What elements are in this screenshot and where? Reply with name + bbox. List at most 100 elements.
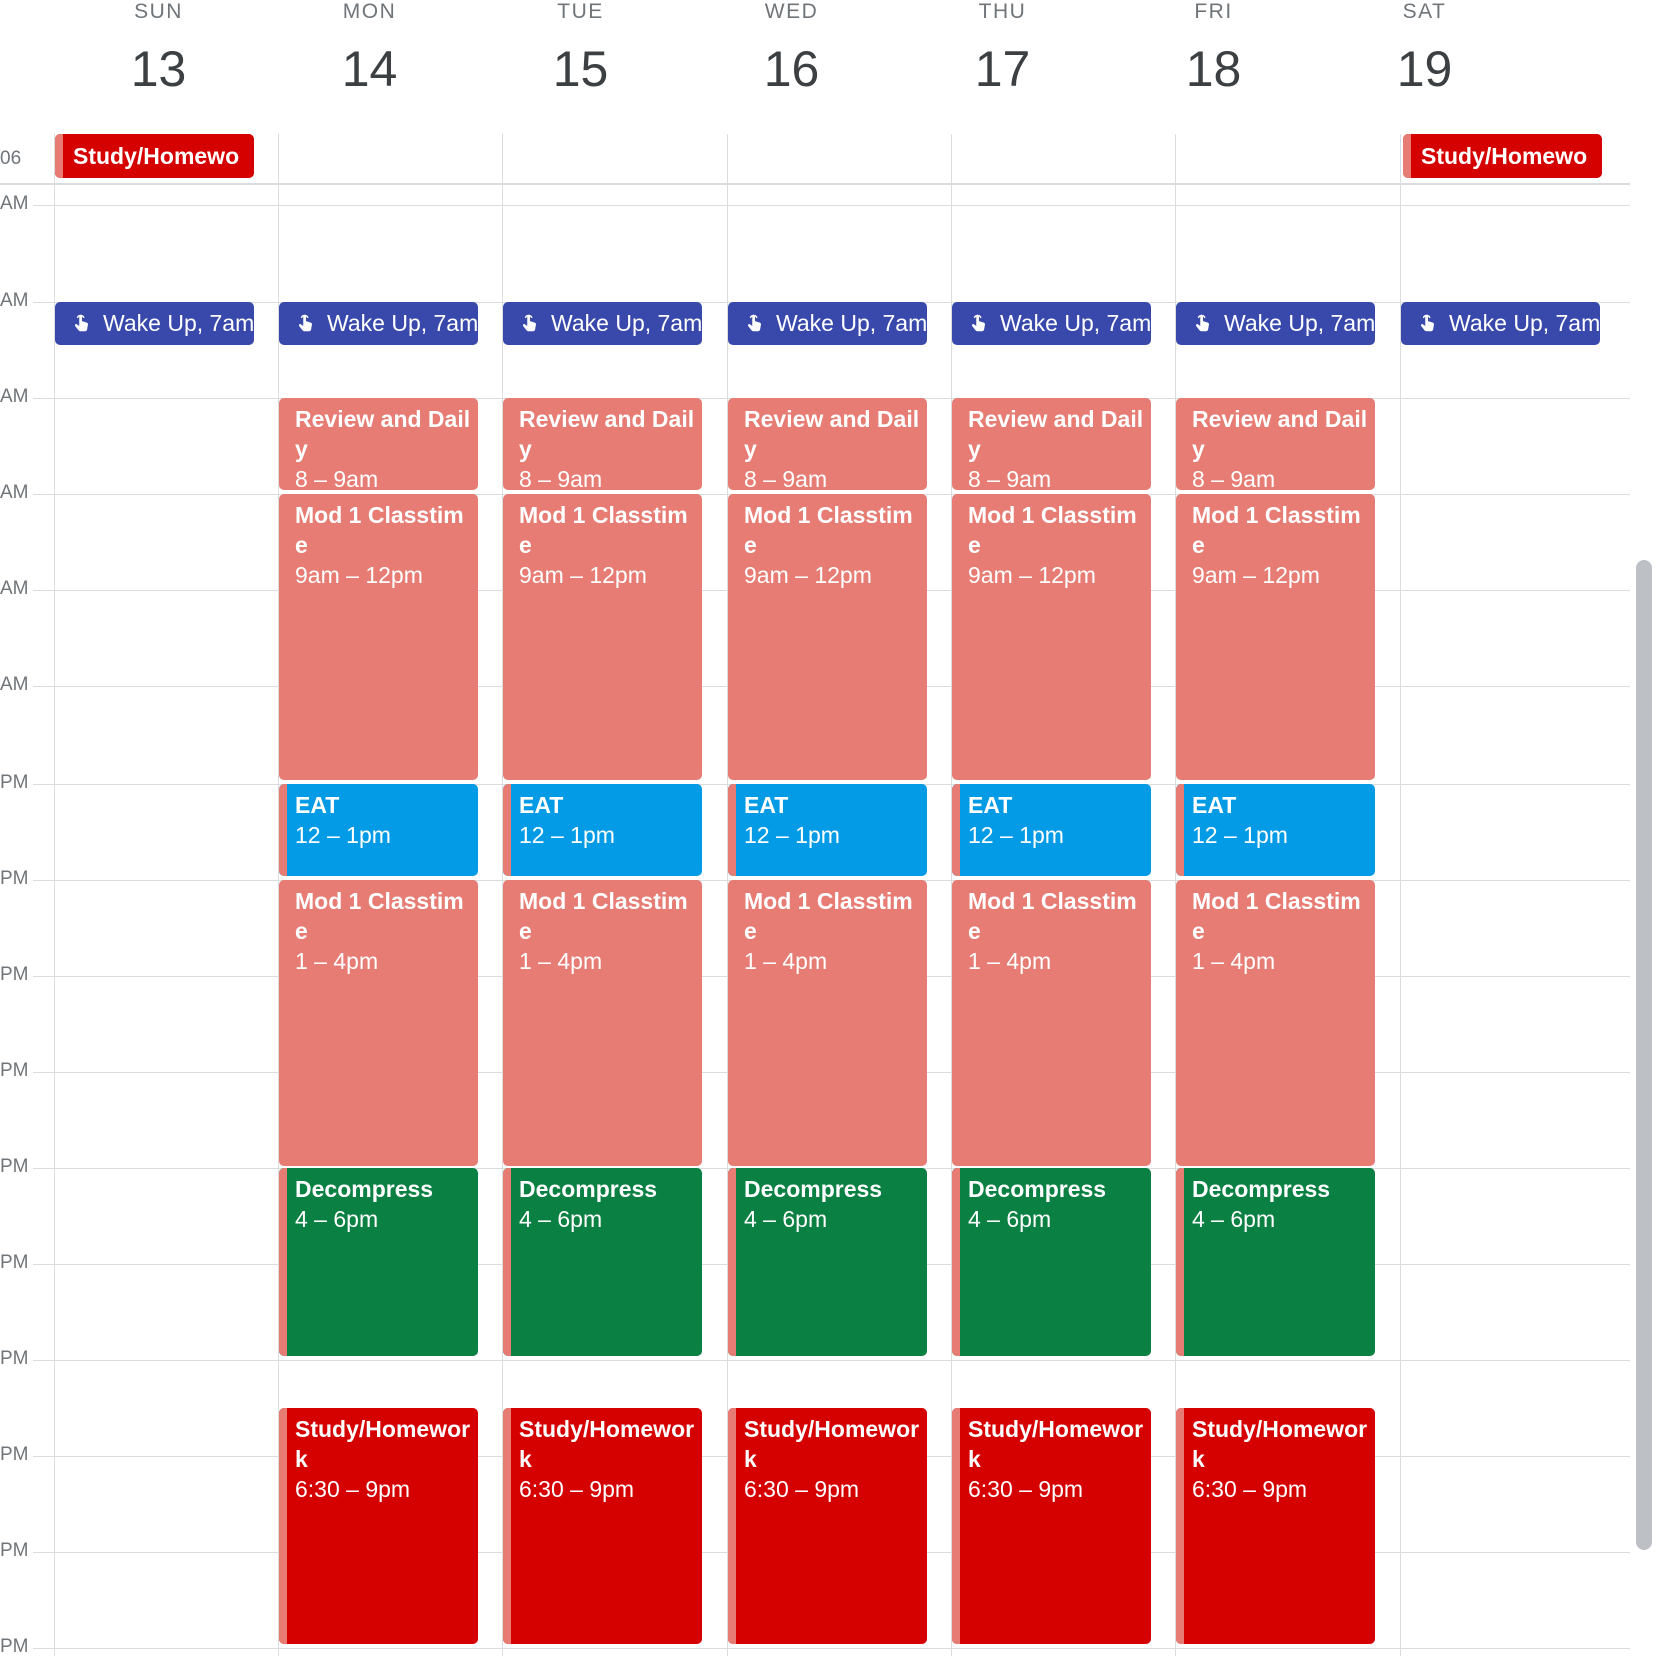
mod1-classtime-morning-event[interactable]: Mod 1 Classtime 9am – 12pm <box>279 494 478 780</box>
mod1-classtime-morning-event[interactable]: Mod 1 Classtime 9am – 12pm <box>728 494 927 780</box>
mod1-classtime-afternoon-event[interactable]: Mod 1 Classtime 1 – 4pm <box>503 880 702 1166</box>
hour-label: PM <box>0 1444 29 1465</box>
eat-event[interactable]: EAT 12 – 1pm <box>952 784 1151 876</box>
event-title: EAT <box>295 792 340 818</box>
event-time: 4 – 6pm <box>968 1206 1052 1232</box>
event-color-stripe <box>279 1408 287 1644</box>
event-time: 12 – 1pm <box>519 822 615 848</box>
event-color-stripe <box>952 1168 960 1356</box>
decompress-event[interactable]: Decompress 4 – 6pm <box>952 1168 1151 1356</box>
event-title: Review and Daily <box>744 406 920 462</box>
mod1-classtime-morning-event[interactable]: Mod 1 Classtime 9am – 12pm <box>1176 494 1375 780</box>
mod1-classtime-morning-event[interactable]: Mod 1 Classtime 9am – 12pm <box>952 494 1151 780</box>
event-time: 9am – 12pm <box>295 562 423 588</box>
day-number-14[interactable]: 14 <box>264 40 475 98</box>
wake-up-event[interactable]: Wake Up, 7am <box>55 302 254 345</box>
wake-up-event[interactable]: Wake Up, 7am <box>503 302 702 345</box>
mod1-classtime-afternoon-event[interactable]: Mod 1 Classtime 1 – 4pm <box>279 880 478 1166</box>
event-color-stripe <box>503 1408 511 1644</box>
review-event[interactable]: Review and Daily 8 – 9am <box>503 398 702 490</box>
day-number-16[interactable]: 16 <box>686 40 897 98</box>
day-number-19[interactable]: 19 <box>1319 40 1530 98</box>
hour-label: PM <box>0 964 29 985</box>
eat-event[interactable]: EAT 12 – 1pm <box>1176 784 1375 876</box>
event-title: Mod 1 Classtime <box>744 888 913 944</box>
vertical-scrollbar[interactable] <box>1636 560 1652 1550</box>
event-title: Wake Up, <box>103 310 204 336</box>
decompress-event[interactable]: Decompress 4 – 6pm <box>728 1168 927 1356</box>
wake-up-event[interactable]: Wake Up, 7am <box>279 302 478 345</box>
event-color-stripe <box>728 784 736 876</box>
event-title: Wake Up, <box>551 310 652 336</box>
wake-up-event[interactable]: Wake Up, 7am <box>952 302 1151 345</box>
day-number-18[interactable]: 18 <box>1108 40 1319 98</box>
hour-gridline <box>33 1360 1630 1361</box>
decompress-event[interactable]: Decompress 4 – 6pm <box>279 1168 478 1356</box>
review-event[interactable]: Review and Daily 8 – 9am <box>952 398 1151 490</box>
day-of-week-thu: THU <box>978 0 1027 23</box>
event-title: Study/Homework <box>519 1416 695 1472</box>
mod1-classtime-morning-event[interactable]: Mod 1 Classtime 9am – 12pm <box>503 494 702 780</box>
event-title: Review and Daily <box>1192 406 1368 462</box>
event-color-stripe <box>279 1168 287 1356</box>
event-title: Decompress <box>1192 1176 1331 1202</box>
wake-up-event[interactable]: Wake Up, 7am <box>1401 302 1600 345</box>
review-event[interactable]: Review and Daily 8 – 9am <box>728 398 927 490</box>
hour-label: PM <box>0 1156 29 1177</box>
event-color-stripe <box>1176 784 1184 876</box>
hour-label: PM <box>0 1252 29 1273</box>
event-time: 1 – 4pm <box>1192 948 1276 974</box>
hand-pointer-icon <box>1420 314 1434 332</box>
event-time: 1 – 4pm <box>744 948 828 974</box>
day-of-week-mon: MON <box>342 0 397 23</box>
day-number-17[interactable]: 17 <box>897 40 1108 98</box>
mod1-classtime-afternoon-event[interactable]: Mod 1 Classtime 1 – 4pm <box>728 880 927 1166</box>
event-color-stripe <box>728 1408 736 1644</box>
event-title: Wake Up, <box>1449 310 1550 336</box>
hour-label: AM <box>0 386 29 407</box>
event-time: 8 – 9am <box>1192 466 1276 490</box>
allday-divider <box>0 183 1630 185</box>
allday-event-sun[interactable]: Study/Homewo <box>55 134 254 178</box>
event-time: 4 – 6pm <box>744 1206 828 1232</box>
study-homework-event[interactable]: Study/Homework 6:30 – 9pm <box>503 1408 702 1644</box>
study-homework-event[interactable]: Study/Homework 6:30 – 9pm <box>952 1408 1151 1644</box>
event-time: 9am – 12pm <box>744 562 872 588</box>
event-color-stripe <box>1176 1168 1184 1356</box>
eat-event[interactable]: EAT 12 – 1pm <box>728 784 927 876</box>
review-event[interactable]: Review and Daily 8 – 9am <box>1176 398 1375 490</box>
day-number-15[interactable]: 15 <box>475 40 686 98</box>
day-number-13[interactable]: 13 <box>53 40 264 98</box>
allday-event-sat[interactable]: Study/Homewo <box>1403 134 1602 178</box>
hour-label: AM <box>0 482 29 503</box>
event-title: Review and Daily <box>519 406 695 462</box>
study-homework-event[interactable]: Study/Homework 6:30 – 9pm <box>728 1408 927 1644</box>
event-color-stripe <box>1403 134 1411 178</box>
eat-event[interactable]: EAT 12 – 1pm <box>503 784 702 876</box>
event-title: Decompress <box>295 1176 434 1202</box>
event-color-stripe <box>728 1168 736 1356</box>
event-title: Mod 1 Classtime <box>295 502 464 558</box>
mod1-classtime-afternoon-event[interactable]: Mod 1 Classtime 1 – 4pm <box>1176 880 1375 1166</box>
event-color-stripe <box>279 784 287 876</box>
event-time: 8 – 9am <box>295 466 379 490</box>
event-title: EAT <box>1192 792 1237 818</box>
mod1-classtime-afternoon-event[interactable]: Mod 1 Classtime 1 – 4pm <box>952 880 1151 1166</box>
decompress-event[interactable]: Decompress 4 – 6pm <box>1176 1168 1375 1356</box>
day-of-week-tue: TUE <box>557 0 604 23</box>
wake-up-event[interactable]: Wake Up, 7am <box>728 302 927 345</box>
event-title: Wake Up, <box>327 310 428 336</box>
hour-gridline <box>33 205 1630 206</box>
event-time: 7am <box>1555 310 1600 336</box>
study-homework-event[interactable]: Study/Homework 6:30 – 9pm <box>279 1408 478 1644</box>
event-time: 6:30 – 9pm <box>1192 1476 1308 1502</box>
wake-up-event[interactable]: Wake Up, 7am <box>1176 302 1375 345</box>
event-time: 12 – 1pm <box>744 822 840 848</box>
study-homework-event[interactable]: Study/Homework 6:30 – 9pm <box>1176 1408 1375 1644</box>
hour-label: AM <box>0 674 29 695</box>
eat-event[interactable]: EAT 12 – 1pm <box>279 784 478 876</box>
day-column-divider <box>54 134 55 1656</box>
review-event[interactable]: Review and Daily 8 – 9am <box>279 398 478 490</box>
event-title: Wake Up, <box>1000 310 1101 336</box>
decompress-event[interactable]: Decompress 4 – 6pm <box>503 1168 702 1356</box>
